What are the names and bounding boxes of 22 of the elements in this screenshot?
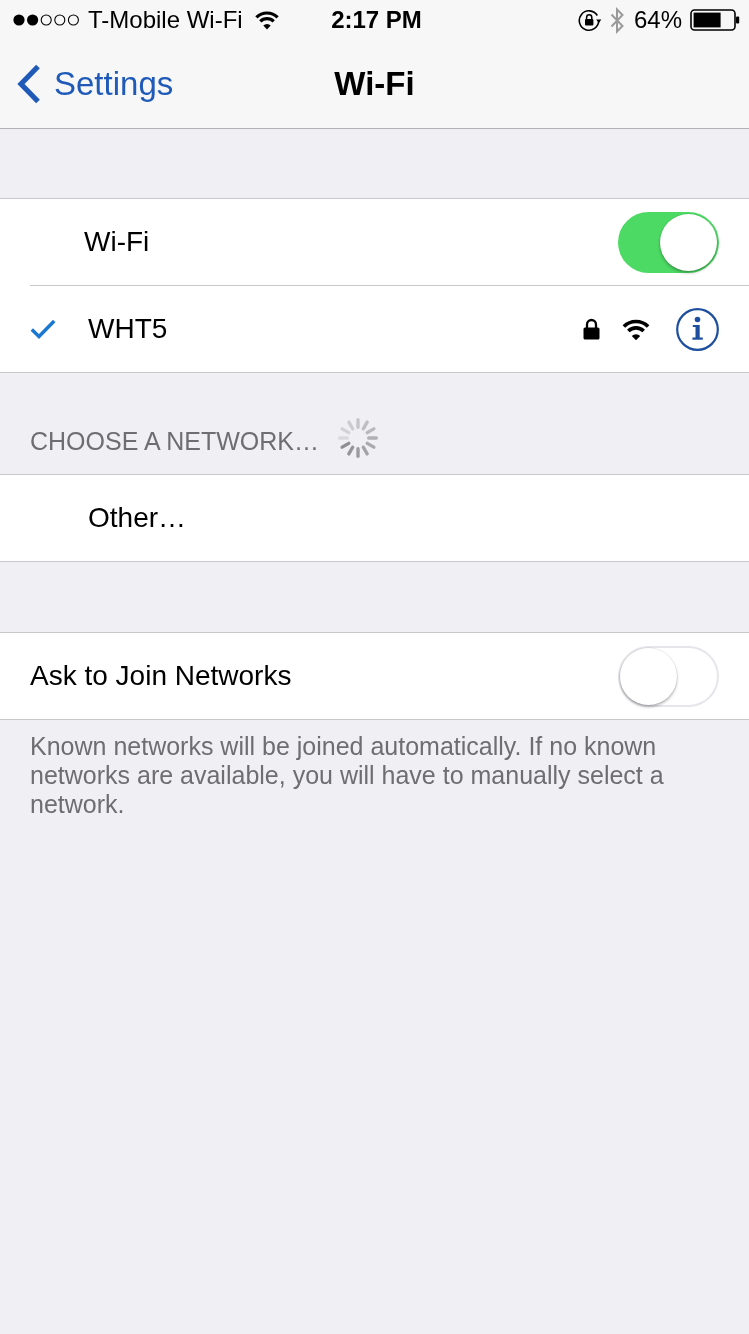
- back-button[interactable]: Settings: [16, 64, 174, 104]
- wifi-signal-icon: [620, 317, 652, 341]
- network-list-item[interactable]: Other…: [88, 502, 719, 534]
- page-title: Wi-Fi: [334, 65, 415, 103]
- section-header: CHOOSE A NETWORK…: [30, 426, 319, 456]
- wifi-icon: [252, 10, 281, 30]
- bluetooth-icon: [609, 6, 624, 34]
- network-name[interactable]: WHT5: [88, 313, 583, 345]
- clock-time: 2:17 PM: [331, 6, 422, 34]
- toggle-switch[interactable]: [618, 211, 719, 273]
- battery-percentage: 64%: [633, 6, 682, 34]
- toggle-switch[interactable]: [618, 645, 719, 707]
- back-chevron-icon: [16, 64, 42, 104]
- footer-note: Known networks will be joined automatically. If no known networks are available, you will have to manually select a network.: [30, 732, 665, 819]
- signal-strength-icon: [13, 14, 80, 26]
- battery-icon: [690, 9, 740, 31]
- setting-label: Wi-Fi: [84, 226, 151, 258]
- info-icon: [676, 307, 719, 351]
- rotation-lock-icon: [576, 8, 602, 32]
- info-button[interactable]: [676, 307, 719, 351]
- carrier-name: T-Mobile Wi-Fi: [88, 6, 243, 34]
- setting-label: Ask to Join Networks: [30, 660, 293, 692]
